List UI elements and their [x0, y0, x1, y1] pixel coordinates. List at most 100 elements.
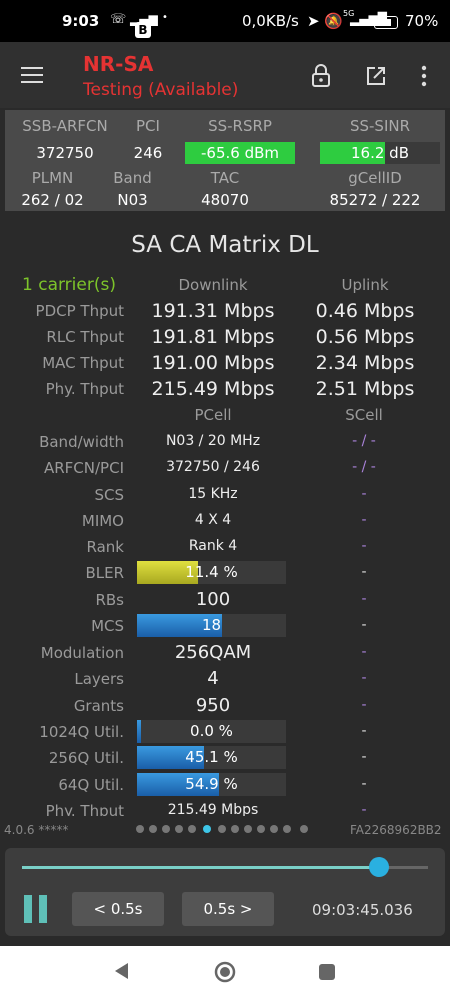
page-dot[interactable]: [175, 825, 183, 833]
q1024-scell: -: [361, 723, 367, 739]
dot-icon: •: [162, 12, 168, 23]
phy-thput-scell: -: [361, 802, 367, 816]
ss-sinr-value: 16.2 dB: [351, 144, 409, 162]
band-value: N03: [117, 191, 148, 209]
mac-thput-label: MAC Thput: [42, 354, 124, 372]
pcell-header: PCell: [194, 406, 232, 424]
ssb-arfcn-value: 372750: [36, 144, 94, 162]
seek-track[interactable]: [22, 857, 428, 877]
q256-pcell: 45.1 %: [185, 748, 238, 766]
mcs-label: MCS: [91, 617, 124, 635]
b-app-icon: B: [135, 22, 151, 38]
page-dot[interactable]: [136, 825, 144, 833]
q256-bar: 45.1 %: [137, 746, 286, 769]
recents-icon[interactable]: [318, 963, 336, 981]
phy-thput-label: Phy. Thput: [45, 380, 124, 398]
carrier-count: 1 carrier(s): [22, 275, 116, 295]
rbs-scell: -: [361, 591, 367, 607]
page-dot-active[interactable]: [203, 825, 211, 833]
hdr-gcellid: gCellID: [348, 169, 402, 187]
pause-icon[interactable]: [24, 895, 48, 923]
step-back-button[interactable]: < 0.5s: [72, 892, 164, 926]
page-dot[interactable]: [231, 825, 239, 833]
pdcp-thput-ul: 0.46 Mbps: [315, 300, 415, 322]
status-bar: 9:03 ☏ ▂▄▆ B • 0,0KB/s ➤ 🔕 5G ▂▄▆█ 70%: [0, 0, 450, 42]
layers-pcell: 4: [207, 668, 219, 689]
app-subtitle: Testing (Available): [83, 80, 239, 100]
open-external-icon[interactable]: [365, 65, 387, 87]
page-dot[interactable]: [283, 825, 291, 833]
grants-label: Grants: [73, 697, 124, 715]
navigation-arrow-icon: ➤: [307, 12, 320, 30]
pdcp-thput-dl: 191.31 Mbps: [151, 300, 275, 322]
page-dot[interactable]: [270, 825, 278, 833]
layers-label: Layers: [74, 670, 124, 688]
page-dot[interactable]: [244, 825, 252, 833]
page-dot[interactable]: [162, 825, 170, 833]
version-text: 4.0.6 *****: [4, 823, 69, 837]
q64-bar: 54.9 %: [137, 773, 286, 796]
gcellid-value: 85272 / 222: [329, 191, 421, 209]
mac-thput-ul: 2.34 Mbps: [315, 352, 415, 374]
hdr-plmn: PLMN: [31, 169, 74, 187]
mcs-pcell: 18: [201, 616, 222, 634]
playback-time: 09:03:45.036: [312, 901, 413, 919]
grants-pcell: 950: [195, 695, 231, 716]
status-rate: 0,0KB/s: [242, 12, 299, 30]
rbs-pcell: 100: [195, 589, 231, 610]
rank-pcell: Rank 4: [188, 538, 238, 554]
hdr-ssb-arfcn: SSB-ARFCN: [22, 117, 108, 135]
mimo-scell: -: [361, 512, 367, 528]
rbs-label: RBs: [95, 591, 124, 609]
q64-pcell: 54.9 %: [185, 775, 238, 793]
menu-icon[interactable]: [21, 67, 43, 83]
mimo-label: MIMO: [81, 512, 124, 530]
clipped-row: Phy. Thput 215.49 Mbps -: [0, 800, 450, 816]
cell-info-panel: SSB-ARFCN PCI SS-RSRP SS-SINR 372750 246…: [5, 110, 445, 211]
lock-icon[interactable]: [310, 64, 332, 88]
grants-scell: -: [361, 697, 367, 713]
page-dot[interactable]: [257, 825, 265, 833]
pci-value: 246: [133, 144, 163, 162]
app-title: NR-SA: [83, 52, 154, 76]
page-dot[interactable]: [218, 825, 226, 833]
phy-thput-ul: 2.51 Mbps: [315, 378, 415, 400]
mimo-pcell: 4 X 4: [194, 512, 232, 528]
mcs-scell: -: [361, 617, 367, 633]
uplink-header: Uplink: [341, 276, 389, 294]
rank-scell: -: [361, 538, 367, 554]
battery-icon: [374, 16, 398, 29]
band-width-scell: - / -: [352, 433, 376, 449]
q256-scell: -: [361, 749, 367, 765]
hdr-band: Band: [113, 169, 152, 187]
page-dot[interactable]: [149, 825, 157, 833]
ss-sinr-track: 16.2 dB: [320, 142, 440, 164]
q1024-pcell: 0.0 %: [190, 722, 233, 740]
phy-thput-row-label: Phy. Thput: [45, 802, 124, 816]
more-vert-icon[interactable]: [420, 65, 428, 87]
pdcp-thput-label: PDCP Thput: [35, 302, 124, 320]
page-dot[interactable]: [300, 825, 308, 833]
band-width-label: Band/width: [39, 433, 124, 451]
bler-label: BLER: [85, 564, 124, 582]
scs-scell: -: [361, 486, 367, 502]
band-width-pcell: N03 / 20 MHz: [165, 433, 261, 449]
layers-scell: -: [361, 670, 367, 686]
page-dot[interactable]: [188, 825, 196, 833]
scs-label: SCS: [94, 486, 124, 504]
hdr-ss-sinr: SS-SINR: [349, 117, 411, 135]
rlc-thput-dl: 191.81 Mbps: [151, 326, 275, 348]
system-nav-bar: [0, 946, 450, 999]
volte-icon: ☏: [110, 12, 127, 27]
scell-header: SCell: [345, 406, 383, 424]
back-icon[interactable]: [114, 962, 130, 980]
step-forward-button[interactable]: 0.5s >: [182, 892, 274, 926]
rlc-thput-ul: 0.56 Mbps: [315, 326, 415, 348]
q64-scell: -: [361, 776, 367, 792]
tac-value: 48070: [201, 191, 249, 209]
ss-rsrp-value: -65.6 dBm: [185, 142, 295, 164]
home-icon[interactable]: [214, 961, 236, 983]
modulation-label: Modulation: [40, 644, 124, 662]
q1024-label: 1024Q Util.: [39, 723, 124, 741]
app-bar: NR-SA Testing (Available): [0, 42, 450, 108]
